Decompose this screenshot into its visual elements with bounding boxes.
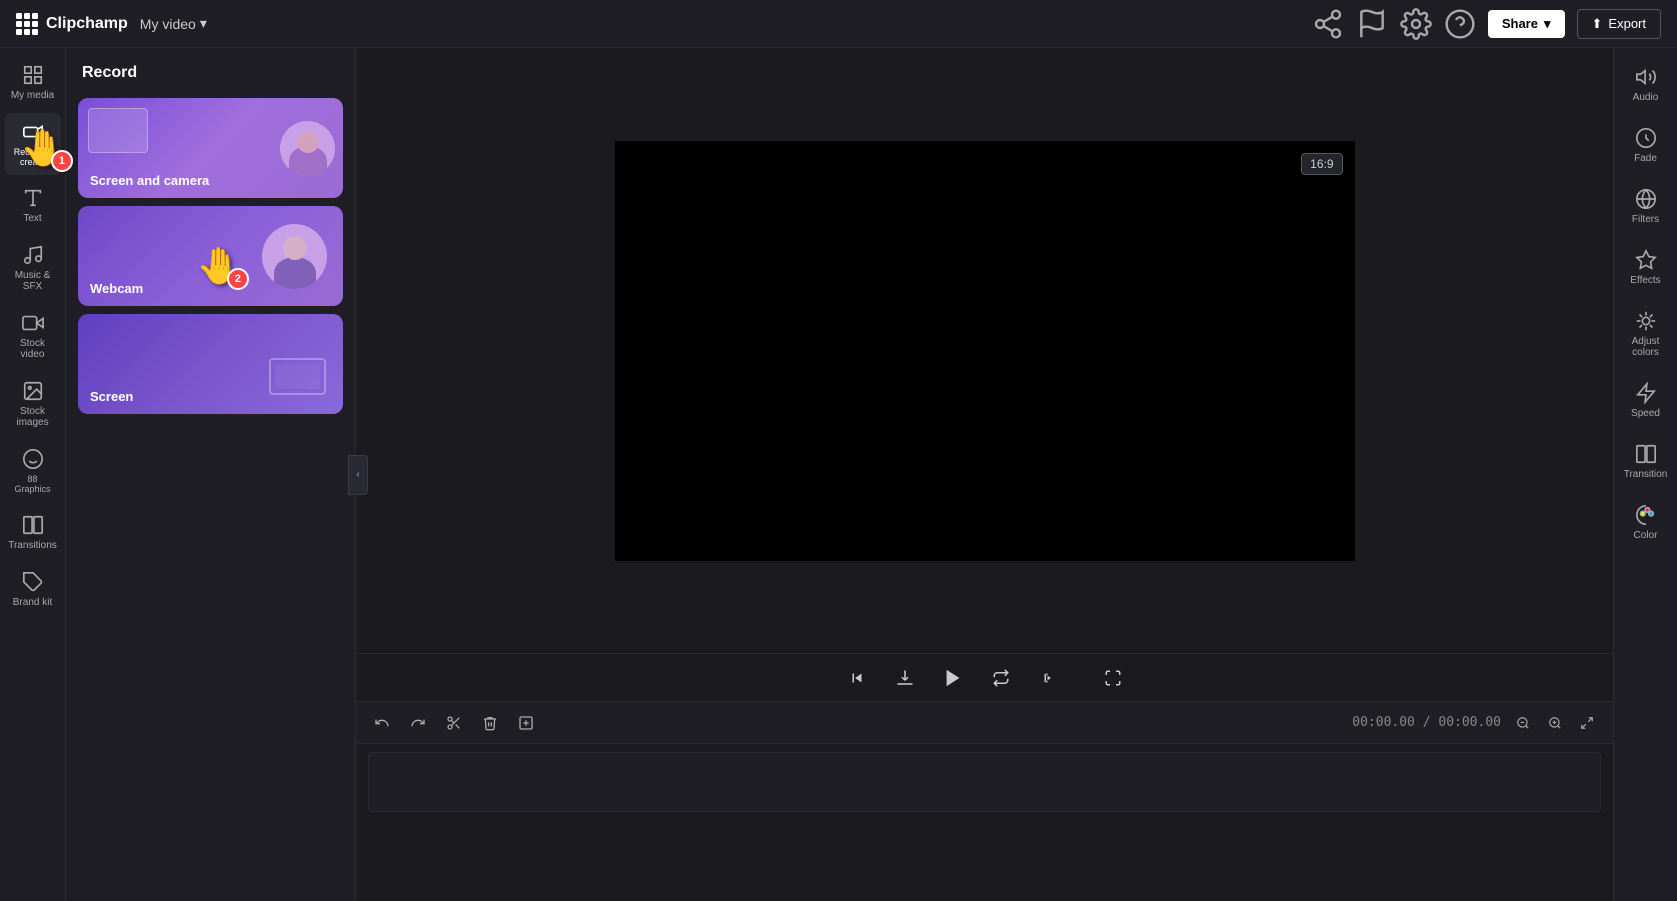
timeline-time-display: 00:00.00 / 00:00.00 bbox=[1352, 715, 1501, 730]
sidebar-item-transitions[interactable]: Transitions bbox=[5, 506, 61, 559]
right-sidebar: Audio Fade Filters Effects bbox=[1613, 48, 1677, 901]
settings-icon[interactable] bbox=[1400, 8, 1432, 40]
app-logo[interactable]: Clipchamp bbox=[16, 13, 128, 35]
sidebar-item-label: 88 Graphics bbox=[9, 474, 57, 494]
timeline-zoom-controls bbox=[1509, 709, 1601, 737]
export-upload-icon: ⬆ bbox=[1592, 16, 1603, 32]
record-cards: Screen and camera Webcam bbox=[66, 98, 355, 426]
sidebar-item-label: My media bbox=[11, 90, 54, 101]
sidebar-item-label: Brand kit bbox=[13, 597, 52, 608]
share-people-icon[interactable] bbox=[1312, 8, 1344, 40]
sidebar-item-text[interactable]: Text bbox=[5, 179, 61, 232]
flag-icon[interactable] bbox=[1356, 8, 1388, 40]
right-sidebar-label: Transition bbox=[1624, 469, 1668, 480]
sidebar-item-label: Music & SFX bbox=[9, 270, 57, 292]
loop-button[interactable] bbox=[985, 662, 1017, 694]
fullscreen-button[interactable] bbox=[1097, 662, 1129, 694]
panel-collapse-button[interactable]: ‹ bbox=[348, 455, 368, 495]
video-title-dropdown[interactable]: My video ▾ bbox=[140, 15, 207, 32]
sidebar-item-brand-kit[interactable]: Brand kit bbox=[5, 563, 61, 616]
chevron-left-icon: ‹ bbox=[356, 469, 359, 480]
right-sidebar-label: Audio bbox=[1633, 92, 1659, 103]
delete-button[interactable] bbox=[476, 709, 504, 737]
record-panel: Record Screen and camera bbox=[66, 48, 356, 901]
right-sidebar-fade[interactable]: Fade bbox=[1618, 117, 1674, 174]
timeline-toolbar: 00:00.00 / 00:00.00 bbox=[356, 702, 1613, 744]
right-sidebar-filters[interactable]: Filters bbox=[1618, 178, 1674, 235]
waffle-icon[interactable] bbox=[16, 13, 38, 35]
right-sidebar-label: Effects bbox=[1630, 275, 1660, 286]
right-sidebar-label: Filters bbox=[1632, 214, 1659, 225]
share-button[interactable]: Share ▾ bbox=[1488, 10, 1565, 38]
download-button[interactable] bbox=[889, 662, 921, 694]
help-icon[interactable] bbox=[1444, 8, 1476, 40]
card-deco bbox=[265, 354, 335, 404]
skip-to-start-button[interactable] bbox=[841, 662, 873, 694]
screen-preview-deco bbox=[88, 108, 148, 153]
timeline-track-area bbox=[356, 744, 1613, 901]
timeline-area: 00:00.00 / 00:00.00 bbox=[356, 701, 1613, 901]
sidebar-item-label: Transitions bbox=[8, 540, 57, 551]
sidebar-item-stock-images[interactable]: Stock images bbox=[5, 372, 61, 436]
right-sidebar-speed[interactable]: Speed bbox=[1618, 372, 1674, 429]
aspect-ratio-badge[interactable]: 16:9 bbox=[1301, 153, 1342, 175]
right-sidebar-adjust-colors[interactable]: Adjust colors bbox=[1618, 300, 1674, 368]
video-title-label: My video bbox=[140, 16, 196, 32]
sidebar-item-graphics[interactable]: 88 Graphics bbox=[5, 440, 61, 502]
sidebar-item-stock-video[interactable]: Stock video bbox=[5, 304, 61, 368]
record-card-label: Webcam bbox=[90, 281, 143, 296]
timeline-track bbox=[368, 752, 1601, 812]
sidebar-item-label: Stock images bbox=[9, 406, 57, 428]
skip-to-end-button[interactable] bbox=[1033, 662, 1065, 694]
sidebar-item-label: Stock video bbox=[9, 338, 57, 360]
record-card-label: Screen bbox=[90, 389, 133, 404]
card-deco bbox=[280, 98, 343, 198]
record-card-screen-and-camera[interactable]: Screen and camera bbox=[78, 98, 343, 198]
sidebar-item-record[interactable]: Record & create bbox=[5, 113, 61, 175]
right-sidebar-color[interactable]: Color bbox=[1618, 494, 1674, 551]
left-sidebar: My media Record & create Text Music & SF… bbox=[0, 48, 66, 901]
person-avatar bbox=[262, 224, 327, 289]
record-card-label: Screen and camera bbox=[90, 173, 209, 188]
card-deco bbox=[262, 206, 335, 306]
add-to-timeline-button[interactable] bbox=[512, 709, 540, 737]
export-button[interactable]: ⬆ Export bbox=[1577, 9, 1661, 39]
right-sidebar-audio[interactable]: Audio bbox=[1618, 56, 1674, 113]
right-sidebar-label: Adjust colors bbox=[1622, 336, 1670, 358]
sidebar-item-label: Record & create bbox=[14, 147, 52, 167]
right-sidebar-label: Fade bbox=[1634, 153, 1657, 164]
fit-to-window-button[interactable] bbox=[1573, 709, 1601, 737]
record-card-screen[interactable]: Screen bbox=[78, 314, 343, 414]
zoom-in-button[interactable] bbox=[1541, 709, 1569, 737]
chevron-down-icon: ▾ bbox=[1544, 16, 1551, 32]
cut-button[interactable] bbox=[440, 709, 468, 737]
person-avatar bbox=[280, 121, 335, 176]
main-content: My media Record & create Text Music & SF… bbox=[0, 48, 1677, 901]
center-area: 16:9 bbox=[356, 48, 1613, 901]
play-button[interactable] bbox=[937, 662, 969, 694]
sidebar-item-my-media[interactable]: My media bbox=[5, 56, 61, 109]
right-sidebar-label: Speed bbox=[1631, 408, 1660, 419]
zoom-out-button[interactable] bbox=[1509, 709, 1537, 737]
app-name: Clipchamp bbox=[46, 15, 128, 33]
redo-button[interactable] bbox=[404, 709, 432, 737]
right-sidebar-effects[interactable]: Effects bbox=[1618, 239, 1674, 296]
playback-controls bbox=[356, 653, 1613, 701]
sidebar-item-label: Text bbox=[23, 213, 41, 224]
sidebar-item-music-sfx[interactable]: Music & SFX bbox=[5, 236, 61, 300]
topbar: Clipchamp My video ▾ Share ▾ ⬆ Export bbox=[0, 0, 1677, 48]
video-preview: 16:9 bbox=[615, 141, 1355, 561]
undo-button[interactable] bbox=[368, 709, 396, 737]
chevron-down-icon: ▾ bbox=[200, 15, 207, 32]
video-preview-container: 16:9 bbox=[356, 48, 1613, 653]
record-card-webcam[interactable]: Webcam bbox=[78, 206, 343, 306]
record-panel-wrapper: Record Screen and camera bbox=[66, 48, 356, 901]
right-sidebar-label: Color bbox=[1634, 530, 1658, 541]
right-sidebar-transition[interactable]: Transition bbox=[1618, 433, 1674, 490]
record-panel-title: Record bbox=[66, 48, 355, 98]
